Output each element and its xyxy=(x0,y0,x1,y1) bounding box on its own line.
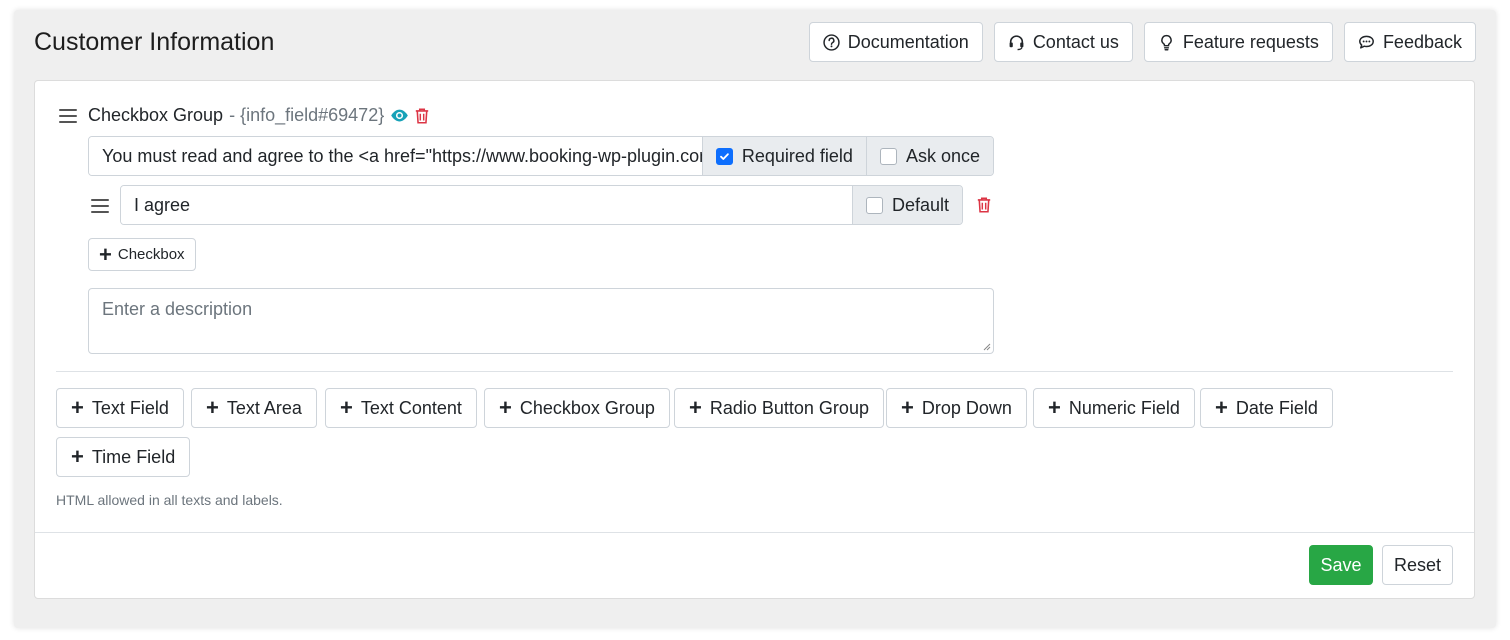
plus-icon: + xyxy=(340,395,353,420)
add-text-area-label: Text Area xyxy=(226,397,302,418)
save-button[interactable]: Save xyxy=(1309,545,1373,585)
top-actions: Documentation Contact us Feature request… xyxy=(808,22,1476,62)
add-text-content-label: Text Content xyxy=(360,397,462,418)
default-toggle[interactable]: Default xyxy=(851,186,962,224)
documentation-label: Documentation xyxy=(847,31,969,52)
headset-icon xyxy=(1009,34,1024,50)
ask-once-checkbox[interactable] xyxy=(879,147,897,165)
add-checkbox-group-label: Checkbox Group xyxy=(519,397,655,418)
reset-button[interactable]: Reset xyxy=(1382,545,1453,585)
field-heading: Checkbox Group - {info_field#69472} xyxy=(88,105,431,126)
add-checkbox-button[interactable]: + Checkbox xyxy=(88,238,196,271)
plus-icon: + xyxy=(1215,395,1228,420)
add-text-content-button[interactable]: + Text Content xyxy=(325,388,477,428)
contact-us-button[interactable]: Contact us xyxy=(993,22,1133,62)
divider xyxy=(56,371,1453,372)
plus-icon: + xyxy=(689,395,702,420)
html-allowed-note: HTML allowed in all texts and labels. xyxy=(56,492,283,508)
check-icon xyxy=(719,152,729,160)
plus-icon: + xyxy=(901,395,914,420)
plus-icon: + xyxy=(1048,395,1061,420)
trash-icon[interactable] xyxy=(413,107,431,125)
page-header: Customer Information Documentation Conta… xyxy=(34,22,1476,64)
add-time-field-button[interactable]: + Time Field xyxy=(56,437,191,477)
chat-icon xyxy=(1359,35,1374,49)
add-checkbox-label: Checkbox xyxy=(117,246,185,263)
plus-icon: + xyxy=(99,241,112,267)
field-editor-card: Checkbox Group - {info_field#69472} You … xyxy=(34,80,1475,599)
eye-icon[interactable] xyxy=(390,106,409,125)
plus-icon: + xyxy=(71,395,84,420)
add-numeric-field-label: Numeric Field xyxy=(1068,397,1180,418)
lightbulb-icon xyxy=(1161,34,1172,50)
feedback-button[interactable]: Feedback xyxy=(1343,22,1476,62)
feedback-label: Feedback xyxy=(1382,31,1462,52)
description-textarea[interactable]: Enter a description xyxy=(88,288,994,354)
resize-handle-icon[interactable] xyxy=(983,343,991,351)
required-label: Required field xyxy=(741,145,853,166)
description-placeholder: Enter a description xyxy=(102,299,253,319)
required-field-toggle[interactable]: Required field xyxy=(701,137,866,175)
add-radio-button-group-label: Radio Button Group xyxy=(709,397,869,418)
field-label-input[interactable]: You must read and agree to the <a href="… xyxy=(89,137,702,175)
field-type-title: Checkbox Group xyxy=(88,105,224,125)
default-checkbox[interactable] xyxy=(865,196,883,214)
feature-requests-label: Feature requests xyxy=(1182,31,1319,52)
add-numeric-field-button[interactable]: + Numeric Field xyxy=(1033,388,1195,428)
field-label-group: You must read and agree to the <a href="… xyxy=(88,136,994,176)
ask-once-toggle[interactable]: Ask once xyxy=(865,137,993,175)
documentation-button[interactable]: Documentation xyxy=(808,22,983,62)
add-drop-down-button[interactable]: + Drop Down xyxy=(886,388,1027,428)
plus-icon: + xyxy=(71,444,84,469)
plus-icon: + xyxy=(499,395,512,420)
default-label: Default xyxy=(891,194,949,215)
page-title: Customer Information xyxy=(34,28,275,56)
add-text-area-button[interactable]: + Text Area xyxy=(191,388,317,428)
field-drag-handle-icon[interactable] xyxy=(59,109,77,123)
option-value-input[interactable]: I agree xyxy=(121,186,852,224)
add-drop-down-label: Drop Down xyxy=(921,397,1012,418)
add-radio-button-group-button[interactable]: + Radio Button Group xyxy=(674,388,884,428)
add-checkbox-group-button[interactable]: + Checkbox Group xyxy=(484,388,670,428)
option-drag-handle-icon[interactable] xyxy=(91,199,109,213)
add-date-field-label: Date Field xyxy=(1235,397,1318,418)
field-id-label: - {info_field#69472} xyxy=(229,105,385,125)
option-trash-icon[interactable] xyxy=(975,196,993,214)
plus-icon: + xyxy=(206,395,219,420)
add-date-field-button[interactable]: + Date Field xyxy=(1200,388,1333,428)
feature-requests-button[interactable]: Feature requests xyxy=(1143,22,1333,62)
add-text-field-button[interactable]: + Text Field xyxy=(56,388,184,428)
footer-divider xyxy=(35,532,1474,533)
contact-us-label: Contact us xyxy=(1032,31,1119,52)
page-container: Customer Information Documentation Conta… xyxy=(14,10,1496,628)
add-time-field-label: Time Field xyxy=(91,446,176,467)
required-checkbox[interactable] xyxy=(715,147,733,165)
add-text-field-label: Text Field xyxy=(91,397,169,418)
question-circle-icon xyxy=(823,33,840,51)
option-row: I agree Default xyxy=(120,185,963,225)
ask-once-label: Ask once xyxy=(905,145,980,166)
